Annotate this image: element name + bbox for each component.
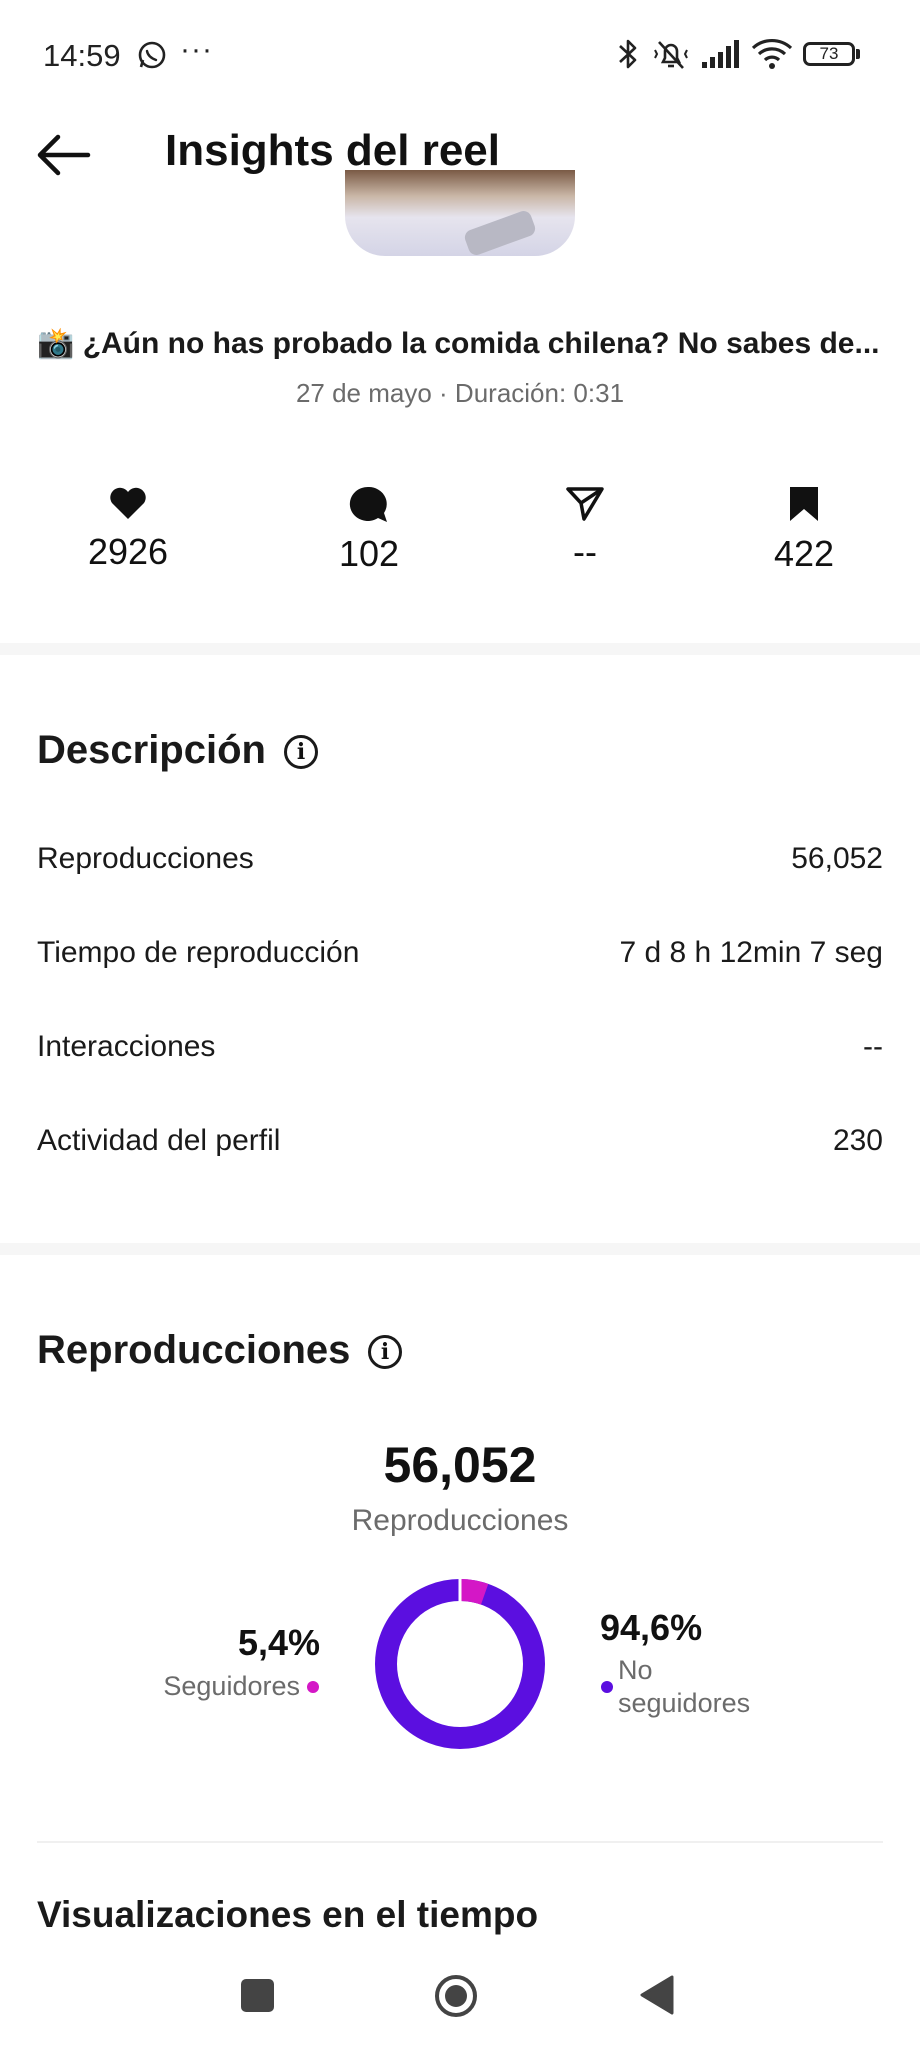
- section-separator: [37, 1841, 883, 1843]
- recents-square-icon[interactable]: [241, 1979, 274, 2012]
- info-icon[interactable]: i: [284, 735, 318, 769]
- followers-percent: 5,4%: [237, 1622, 320, 1663]
- plays-title: Reproducciones: [37, 1328, 351, 1372]
- overview-row-value: 230: [832, 1124, 883, 1157]
- reel-thumbnail[interactable]: [345, 170, 575, 256]
- overview-row-label: Interacciones: [37, 1030, 216, 1063]
- shares-stat: --: [505, 485, 665, 573]
- more-notifications-icon: ···: [180, 33, 213, 66]
- overview-row-value: 56,052: [791, 842, 883, 875]
- overview-row-value: 7 d 8 h 12min 7 seg: [619, 936, 883, 969]
- non-followers-percent: 94,6%: [600, 1607, 703, 1648]
- comments-stat: 102: [289, 485, 449, 575]
- send-icon: [566, 487, 604, 521]
- overview-row-value: --: [863, 1030, 883, 1063]
- non-followers-label: No: [618, 1655, 653, 1685]
- followers-label: Seguidores: [163, 1671, 300, 1701]
- non-followers-label-line2: seguidores: [618, 1688, 751, 1718]
- section-divider: [0, 643, 920, 655]
- comments-count: 102: [338, 533, 400, 574]
- overview-title: Descripción: [37, 728, 266, 772]
- plays-total-label: Reproducciones: [351, 1504, 569, 1537]
- shares-count: --: [573, 531, 597, 572]
- saves-stat: 422: [724, 485, 884, 575]
- bluetooth-icon: [619, 39, 637, 69]
- plays-total: 56,052: [383, 1437, 537, 1493]
- likes-stat: 2926: [48, 485, 208, 573]
- whatsapp-icon: [138, 41, 166, 69]
- status-time: 14:59: [43, 38, 121, 73]
- bookmark-icon: [790, 487, 818, 521]
- overview-row-label: Reproducciones: [37, 842, 254, 875]
- section-divider: [0, 1243, 920, 1255]
- overview-row-label: Tiempo de reproducción: [37, 936, 360, 969]
- heart-icon: [110, 487, 146, 519]
- reel-caption: 📸 ¿Aún no has probado la comida chilena?…: [37, 327, 880, 360]
- back-button[interactable]: [34, 130, 94, 180]
- likes-count: 2926: [87, 531, 169, 572]
- non-followers-dot: [601, 1681, 613, 1693]
- reel-date-duration: 27 de mayo · Duración: 0:31: [295, 378, 625, 408]
- battery-tip: [856, 49, 860, 59]
- plays-donut-chart: [375, 1579, 545, 1749]
- wifi-icon: [751, 38, 793, 69]
- followers-dot: [307, 1681, 319, 1693]
- battery-indicator: 73: [803, 42, 855, 66]
- vibrate-silent-icon: [654, 41, 688, 69]
- overview-row-label: Actividad del perfil: [37, 1124, 281, 1157]
- home-circle-icon[interactable]: [433, 1973, 479, 2019]
- info-icon[interactable]: i: [368, 1335, 402, 1369]
- back-triangle-icon[interactable]: [638, 1974, 674, 2016]
- saves-count: 422: [773, 533, 835, 574]
- page-title: Insights del reel: [165, 126, 500, 175]
- signal-icon: [702, 40, 739, 68]
- non-followers-slice: [375, 1579, 545, 1749]
- over-time-title: Visualizaciones en el tiempo: [37, 1894, 539, 1935]
- comment-icon: [349, 486, 387, 522]
